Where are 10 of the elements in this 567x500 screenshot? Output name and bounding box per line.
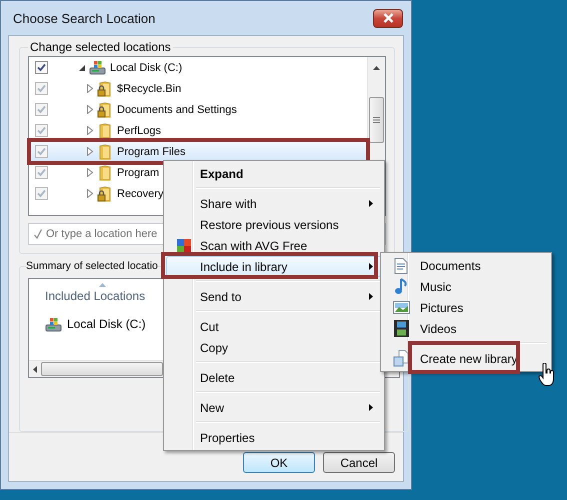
window-title: Choose Search Location [13, 10, 156, 26]
tree-label: Documents and Settings [117, 104, 237, 116]
group-label: Change selected locations [29, 40, 172, 54]
tree-label: PerfLogs [117, 124, 162, 136]
tree-label: Local Disk (C:) [110, 62, 182, 74]
tree-label: Program Files [117, 146, 186, 158]
tree-label: Recovery [117, 188, 164, 200]
tree-label: Program [117, 166, 160, 178]
tree-label: $Recycle.Bin [117, 82, 182, 94]
group-label: Summary of selected locatio [26, 260, 158, 272]
